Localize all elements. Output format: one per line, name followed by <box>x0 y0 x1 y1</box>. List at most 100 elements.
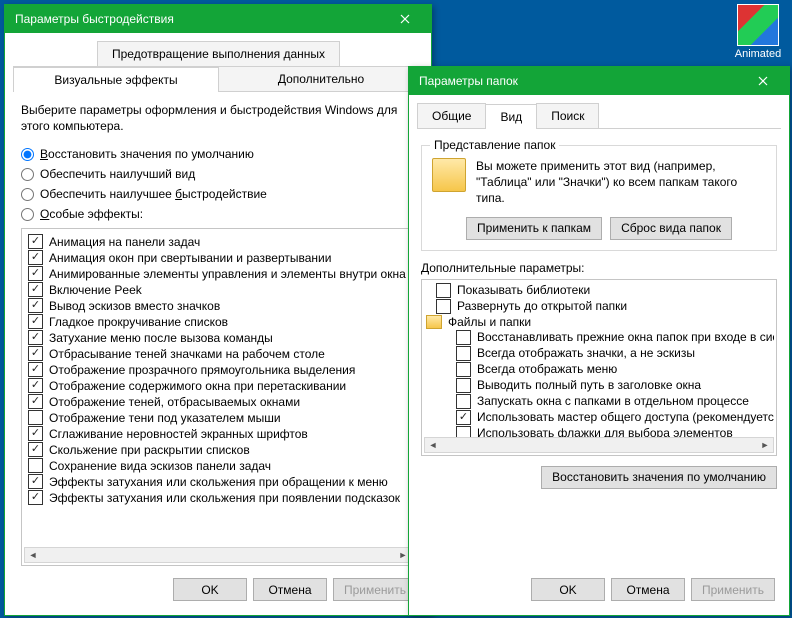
effect-item[interactable]: Вывод эскизов вместо значков <box>26 298 410 313</box>
radio-custom-input[interactable] <box>21 208 34 221</box>
tab-dep[interactable]: Предотвращение выполнения данных <box>97 41 340 66</box>
tab-search[interactable]: Поиск <box>536 103 599 128</box>
radio-best-appearance[interactable]: Обеспечить наилучший вид <box>21 167 415 181</box>
checkbox-icon[interactable] <box>28 394 43 409</box>
tree-item[interactable]: Всегда отображать меню <box>424 362 774 377</box>
checkbox-icon[interactable] <box>28 362 43 377</box>
tree-label: Файлы и папки <box>448 315 531 329</box>
close-icon[interactable] <box>743 70 783 92</box>
tree-label: Показывать библиотеки <box>457 283 590 297</box>
tree-item[interactable]: Развернуть до открытой папки <box>424 299 774 314</box>
effect-item[interactable]: Включение Peek <box>26 282 410 297</box>
tree-folder[interactable]: Файлы и папки <box>424 315 774 329</box>
effect-label: Сглаживание неровностей экранных шрифтов <box>49 427 308 441</box>
radio-custom[interactable]: Особые эффекты: <box>21 207 415 221</box>
effect-item[interactable]: Анимация окон при свертывании и разверты… <box>26 250 410 265</box>
effect-item[interactable]: Отображение прозрачного прямоугольника в… <box>26 362 410 377</box>
group-title: Представление папок <box>430 138 559 152</box>
checkbox-icon[interactable] <box>456 346 471 361</box>
checkbox-icon[interactable] <box>28 234 43 249</box>
checkbox-icon[interactable] <box>28 426 43 441</box>
tree-item[interactable]: Использовать флажки для выбора элементов <box>424 426 774 437</box>
tree-label: Восстанавливать прежние окна папок при в… <box>477 330 774 344</box>
checkbox-icon[interactable] <box>28 282 43 297</box>
advanced-settings-label: Дополнительные параметры: <box>421 261 777 275</box>
tree-item[interactable]: Всегда отображать значки, а не эскизы <box>424 346 774 361</box>
effect-item[interactable]: Отбрасывание теней значками на рабочем с… <box>26 346 410 361</box>
scroll-left-icon[interactable]: ◄ <box>25 548 41 562</box>
folder-icon <box>426 315 442 329</box>
titlebar[interactable]: Параметры быстродействия <box>5 5 431 33</box>
effect-item[interactable]: Эффекты затухания или скольжения при обр… <box>26 474 410 489</box>
checkbox-icon[interactable] <box>456 378 471 393</box>
effect-label: Отображение тени под указателем мыши <box>49 411 281 425</box>
effect-label: Отображение содержимого окна при перетас… <box>49 379 346 393</box>
checkbox-icon[interactable] <box>28 266 43 281</box>
horizontal-scrollbar[interactable]: ◄ ► <box>424 437 774 453</box>
cancel-button[interactable]: Отмена <box>611 578 685 601</box>
checkbox-icon[interactable] <box>456 426 471 437</box>
effect-item[interactable]: Отображение теней, отбрасываемых окнами <box>26 394 410 409</box>
ok-button[interactable]: OK <box>531 578 605 601</box>
folder-views-group: Представление папок Вы можете применить … <box>421 145 777 251</box>
checkbox-icon[interactable] <box>28 474 43 489</box>
checkbox-icon[interactable] <box>28 250 43 265</box>
checkbox-icon[interactable] <box>28 442 43 457</box>
titlebar[interactable]: Параметры папок <box>409 67 789 95</box>
checkbox-icon[interactable] <box>28 314 43 329</box>
checkbox-icon[interactable] <box>28 410 43 425</box>
checkbox-icon[interactable] <box>436 283 451 298</box>
effect-item[interactable]: Эффекты затухания или скольжения при поя… <box>26 490 410 505</box>
checkbox-icon[interactable] <box>28 458 43 473</box>
checkbox-icon[interactable] <box>28 330 43 345</box>
ok-button[interactable]: OK <box>173 578 247 601</box>
close-icon[interactable] <box>385 8 425 30</box>
radio-best-performance[interactable]: Обеспечить наилучшее быстродействие <box>21 187 415 201</box>
checkbox-icon[interactable] <box>436 299 451 314</box>
checkbox-icon[interactable] <box>456 410 471 425</box>
effect-item[interactable]: Сглаживание неровностей экранных шрифтов <box>26 426 410 441</box>
tree-item[interactable]: Показывать библиотеки <box>424 283 774 298</box>
tree-item[interactable]: Запускать окна с папками в отдельном про… <box>424 394 774 409</box>
radio-best-performance-input[interactable] <box>21 188 34 201</box>
tab-general[interactable]: Общие <box>417 103 486 128</box>
tab-view[interactable]: Вид <box>485 104 537 129</box>
checkbox-icon[interactable] <box>456 362 471 377</box>
apply-to-folders-button[interactable]: Применить к папкам <box>466 217 602 240</box>
effect-label: Анимированные элементы управления и элем… <box>49 267 406 281</box>
tree-item[interactable]: Использовать мастер общего доступа (реко… <box>424 410 774 425</box>
tree-label: Всегда отображать меню <box>477 362 617 376</box>
tree-label: Всегда отображать значки, а не эскизы <box>477 346 695 360</box>
cancel-button[interactable]: Отмена <box>253 578 327 601</box>
effect-item[interactable]: Отображение содержимого окна при перетас… <box>26 378 410 393</box>
effect-item[interactable]: Анимированные элементы управления и элем… <box>26 266 410 281</box>
checkbox-icon[interactable] <box>456 394 471 409</box>
checkbox-icon[interactable] <box>28 346 43 361</box>
apply-button[interactable]: Применить <box>691 578 775 601</box>
radio-restore-defaults[interactable]: Восстановить значения по умолчанию <box>21 147 415 161</box>
restore-defaults-button[interactable]: Восстановить значения по умолчанию <box>541 466 777 489</box>
checkbox-icon[interactable] <box>28 378 43 393</box>
radio-best-appearance-input[interactable] <box>21 168 34 181</box>
apply-button[interactable]: Применить <box>333 578 417 601</box>
scroll-left-icon[interactable]: ◄ <box>425 438 441 452</box>
effect-item[interactable]: Сохранение вида эскизов панели задач <box>26 458 410 473</box>
effect-item[interactable]: Скольжение при раскрытии списков <box>26 442 410 457</box>
horizontal-scrollbar[interactable]: ◄ ► <box>24 547 412 563</box>
checkbox-icon[interactable] <box>28 490 43 505</box>
desktop-icon-animated[interactable]: Animated <box>730 4 786 60</box>
effect-item[interactable]: Гладкое прокручивание списков <box>26 314 410 329</box>
tab-advanced[interactable]: Дополнительно <box>218 66 424 91</box>
tab-visual-effects[interactable]: Визуальные эффекты <box>13 67 219 92</box>
tree-item[interactable]: Восстанавливать прежние окна папок при в… <box>424 330 774 345</box>
tree-item[interactable]: Выводить полный путь в заголовке окна <box>424 378 774 393</box>
effect-item[interactable]: Отображение тени под указателем мыши <box>26 410 410 425</box>
reset-folders-button[interactable]: Сброс вида папок <box>610 217 732 240</box>
effect-item[interactable]: Затухание меню после вызова команды <box>26 330 410 345</box>
dialog-title: Параметры быстродействия <box>15 12 174 26</box>
effect-item[interactable]: Анимация на панели задач <box>26 234 410 249</box>
checkbox-icon[interactable] <box>456 330 471 345</box>
radio-restore-defaults-input[interactable] <box>21 148 34 161</box>
checkbox-icon[interactable] <box>28 298 43 313</box>
scroll-right-icon[interactable]: ► <box>757 438 773 452</box>
